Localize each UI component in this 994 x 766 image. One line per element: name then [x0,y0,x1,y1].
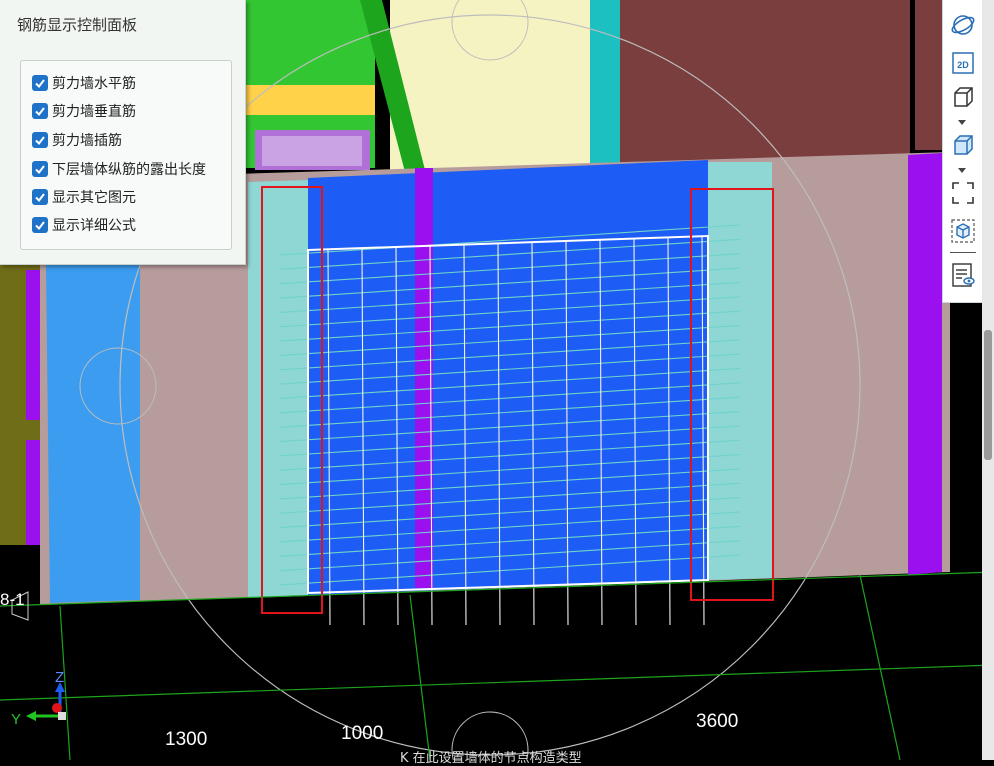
3d-view-button[interactable] [948,84,978,110]
scrollbar-thumb[interactable] [984,330,992,460]
check-icon [35,165,45,175]
zoom-fit-icon [952,182,974,204]
checkbox-checked[interactable] [32,189,48,205]
grid-axis-label: 8-1 [0,590,25,609]
axis-z-label: Z [55,669,64,686]
view-toolbar: 2D [942,0,983,303]
cyan-column-right [708,162,772,580]
blue-wall [308,160,708,595]
options-group: 剪力墙水平筋 剪力墙垂直筋 剪力墙插筋 下层墙体纵筋的露出长度 显示其它图元 显… [20,60,232,250]
option-shear-wall-vertical-rebar[interactable]: 剪力墙垂直筋 [32,100,136,122]
3d-solid-box-icon [954,135,973,155]
chevron-down-icon[interactable] [958,120,966,125]
check-icon [35,107,45,117]
orbit-button[interactable] [948,12,978,38]
2d-view-button[interactable]: 2D [948,50,978,76]
option-shear-wall-horizontal-rebar[interactable]: 剪力墙水平筋 [32,72,136,94]
dimension-label: 3600 [696,711,739,732]
toolbar-divider [950,252,976,253]
dimension-label: 1000 [341,723,384,744]
element-cube-icon [951,219,975,243]
status-hint: K 在此设置墙体的节点构造类型 [400,751,582,766]
cyan-column-left [248,180,308,598]
zoom-fit-button[interactable] [948,180,978,206]
check-icon [35,136,45,146]
beige-slab [390,0,590,170]
svg-text:2D: 2D [957,60,969,70]
check-icon [35,79,45,89]
3d-solid-view-button[interactable] [948,132,978,158]
checkbox-checked[interactable] [32,132,48,148]
element-view-button[interactable] [948,218,978,244]
option-label: 显示其它图元 [52,190,136,206]
purple-end-wall [908,153,942,575]
checkbox-checked[interactable] [32,161,48,177]
option-shear-wall-dowel-rebar[interactable]: 剪力墙插筋 [32,129,122,151]
brown-slab [620,0,910,168]
chevron-down-icon[interactable] [958,168,966,173]
dimension-label: 1300 [165,729,208,750]
3d-box-icon [954,87,973,107]
option-lower-wall-rebar-exposure[interactable]: 下层墙体纵筋的露出长度 [32,158,206,180]
orbit-icon [951,15,975,35]
properties-button[interactable] [948,262,978,288]
rebar-display-panel: 钢筋显示控制面板 剪力墙水平筋 剪力墙垂直筋 剪力墙插筋 下层墙体纵筋的露出长度… [0,0,246,265]
2d-view-icon: 2D [952,52,974,74]
option-show-other-elements[interactable]: 显示其它图元 [32,186,136,208]
option-label: 剪力墙插筋 [52,133,122,149]
option-label: 剪力墙垂直筋 [52,104,136,120]
check-icon [35,193,45,203]
checkbox-checked[interactable] [32,103,48,119]
option-show-detailed-formula[interactable]: 显示详细公式 [32,214,136,236]
checkbox-checked[interactable] [32,75,48,91]
panel-title: 钢筋显示控制面板 [17,16,138,34]
properties-list-icon [952,263,975,287]
option-label: 剪力墙水平筋 [52,76,136,92]
option-label: 显示详细公式 [52,218,136,234]
vertical-scrollbar[interactable] [982,0,994,760]
option-label: 下层墙体纵筋的露出长度 [52,162,206,178]
axis-y-label: Y [11,711,21,728]
checkbox-checked[interactable] [32,217,48,233]
check-icon [35,221,45,231]
